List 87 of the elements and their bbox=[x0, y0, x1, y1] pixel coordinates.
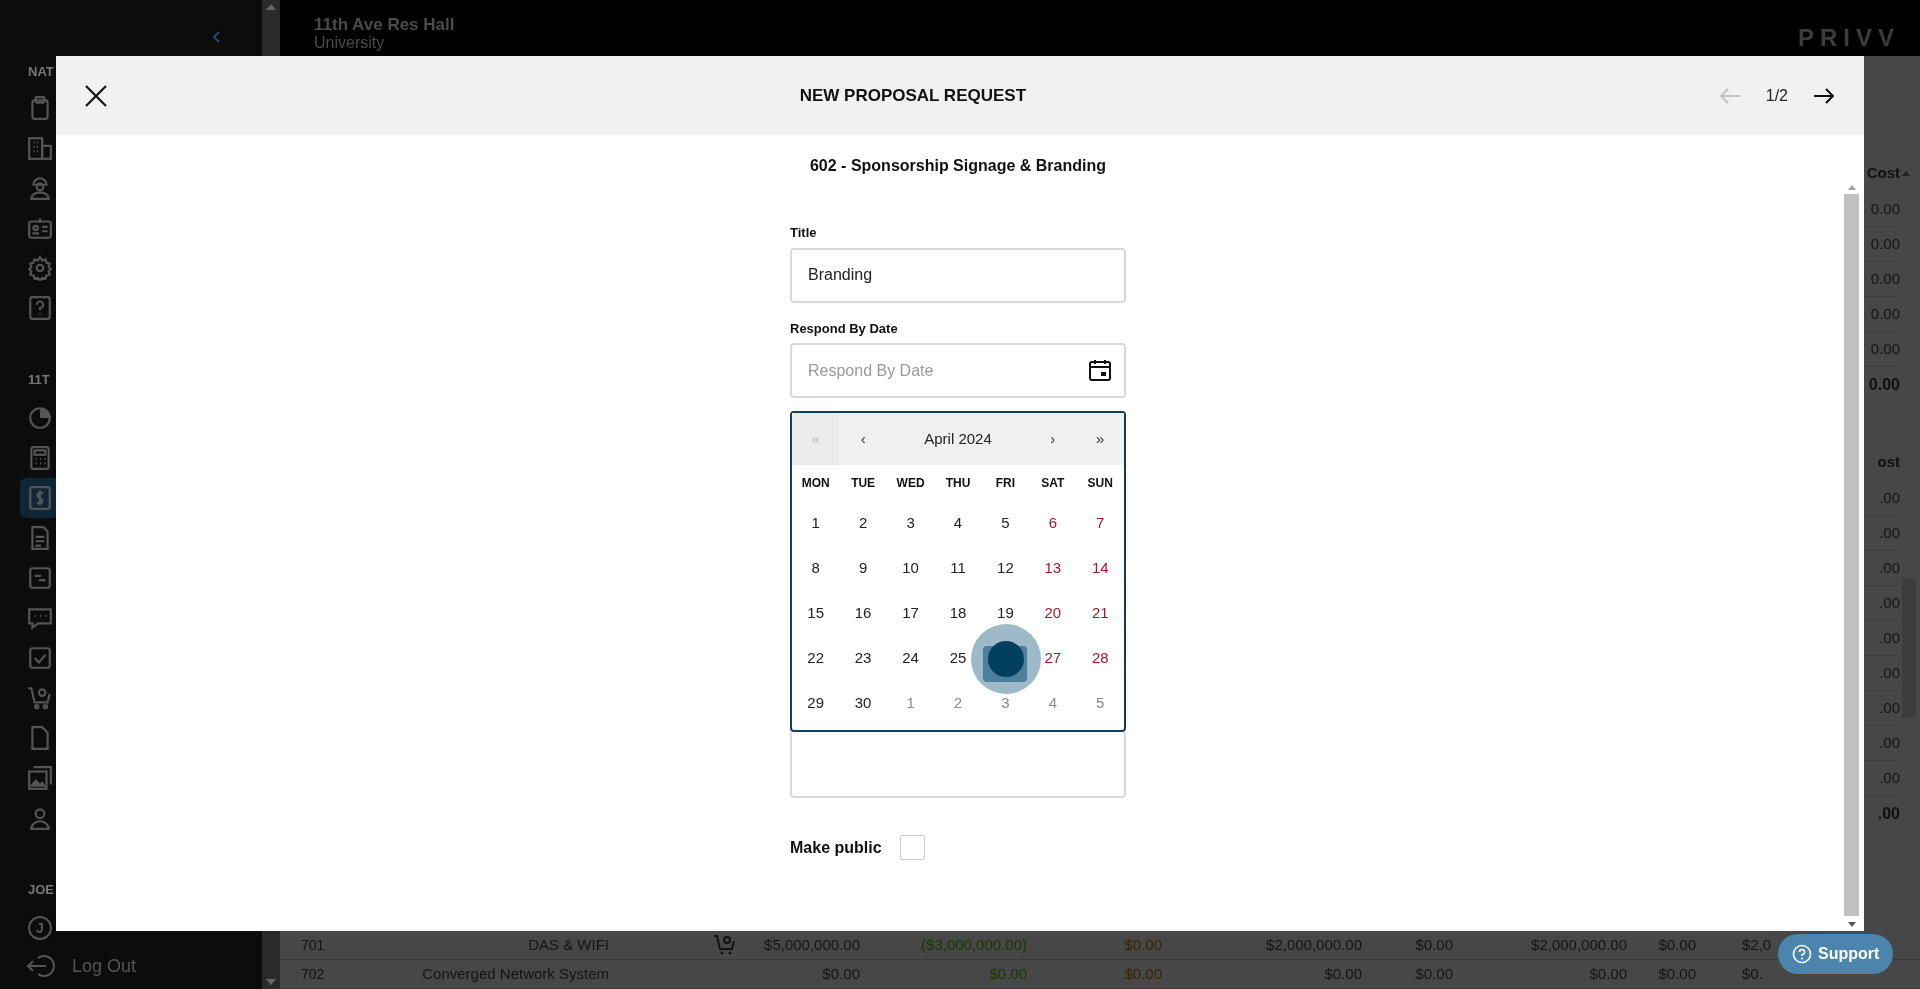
calendar-day[interactable]: 27 bbox=[1044, 647, 1062, 670]
section-label: JOE bbox=[28, 881, 55, 899]
calendar-day[interactable]: 14 bbox=[1091, 557, 1109, 580]
help-icon bbox=[1792, 944, 1812, 964]
calendar-day[interactable]: 20 bbox=[1044, 602, 1062, 625]
weekday-label: FRI bbox=[994, 475, 1017, 492]
calculator-icon[interactable] bbox=[27, 445, 53, 471]
list-icon[interactable] bbox=[27, 565, 53, 591]
calendar-day[interactable]: 5 bbox=[1096, 692, 1105, 715]
calendar-day[interactable]: 6 bbox=[1048, 512, 1057, 535]
calendar-day[interactable]: 22 bbox=[807, 647, 825, 670]
calendar-day[interactable]: 3 bbox=[906, 512, 915, 535]
calendar-day[interactable]: 1 bbox=[811, 512, 820, 535]
worker-icon[interactable] bbox=[27, 175, 53, 201]
calendar-day[interactable]: 7 bbox=[1096, 512, 1105, 535]
close-icon[interactable] bbox=[84, 83, 108, 108]
weekday-label: SUN bbox=[1086, 475, 1114, 492]
table-cell-text: $0.00 bbox=[1123, 963, 1162, 984]
project-subtitle: University bbox=[314, 34, 386, 52]
weekday-label: THU bbox=[944, 475, 972, 492]
calendar-day[interactable]: 16 bbox=[854, 602, 872, 625]
chevron-left-icon[interactable] bbox=[212, 30, 222, 44]
checkbox-label: Make public bbox=[790, 837, 882, 858]
cart-gear-icon[interactable] bbox=[713, 933, 737, 957]
project-title: 11th Ave Res Hall bbox=[314, 16, 455, 34]
page-counter: 1/2 bbox=[1765, 85, 1788, 106]
calendar-day[interactable]: 19 bbox=[997, 602, 1014, 625]
support-button[interactable]: Support bbox=[1778, 934, 1894, 974]
calendar-icon[interactable] bbox=[1088, 358, 1112, 382]
next-month-button[interactable]: › bbox=[1029, 413, 1077, 465]
calendar-day[interactable]: 18 bbox=[949, 602, 967, 625]
help-icon[interactable] bbox=[27, 295, 53, 321]
scroll-down-icon[interactable] bbox=[1847, 922, 1856, 927]
calendar-day[interactable]: 4 bbox=[953, 512, 963, 535]
calendar-day[interactable]: 30 bbox=[854, 692, 872, 715]
last-month-button[interactable]: » bbox=[1076, 413, 1124, 465]
building-icon[interactable] bbox=[27, 135, 53, 161]
table-cell-text: $0.00 bbox=[1123, 934, 1162, 955]
weekday-label: WED bbox=[895, 475, 926, 492]
calendar-day[interactable]: 8 bbox=[811, 557, 820, 580]
scrollbar-thumb[interactable] bbox=[1844, 194, 1859, 916]
calendar-day[interactable]: 12 bbox=[997, 557, 1014, 580]
calendar-day[interactable]: 9 bbox=[858, 557, 868, 580]
calendar-day[interactable]: 3 bbox=[1001, 692, 1010, 715]
field-label: Respond By Date bbox=[790, 319, 899, 338]
calendar-day[interactable]: 17 bbox=[902, 602, 919, 625]
table-cell-text: $0.00 bbox=[988, 963, 1027, 984]
table-cell-text: ($3,000,000.00) bbox=[920, 934, 1027, 955]
textarea-field[interactable] bbox=[790, 732, 1126, 798]
calendar-day[interactable]: 15 bbox=[807, 602, 825, 625]
logo: PRIVV bbox=[1797, 23, 1900, 53]
weekday-label: SAT bbox=[1040, 475, 1066, 492]
sort-ascending-icon[interactable] bbox=[1902, 171, 1910, 176]
section-label: NAT bbox=[28, 63, 55, 81]
section-label: 11T bbox=[28, 371, 51, 389]
calendar-day[interactable]: 28 bbox=[1091, 647, 1109, 670]
weekday-label: MON bbox=[800, 475, 831, 492]
arrow-left-icon[interactable] bbox=[1717, 85, 1742, 106]
make-public-checkbox[interactable] bbox=[899, 835, 925, 860]
calendar-day[interactable]: 11 bbox=[950, 557, 966, 580]
month-title[interactable]: April 2024 bbox=[886, 413, 1030, 465]
calendar-day[interactable]: 10 bbox=[902, 557, 919, 580]
calendar-day[interactable]: 29 bbox=[807, 692, 825, 715]
calendar-day[interactable]: 21 bbox=[1091, 602, 1109, 625]
images-icon[interactable] bbox=[27, 765, 53, 791]
arrow-right-icon[interactable] bbox=[1812, 85, 1836, 106]
cart-gear-icon[interactable] bbox=[27, 685, 53, 711]
checkbox-icon[interactable] bbox=[27, 645, 53, 671]
weekday-label: TUE bbox=[850, 475, 877, 492]
chat-icon[interactable] bbox=[27, 605, 53, 631]
title-input[interactable]: Branding bbox=[790, 247, 1126, 303]
dialog-title: NEW PROPOSAL REQUEST bbox=[799, 85, 1027, 105]
section-heading: 602 - Sponsorship Signage & Branding bbox=[809, 156, 1106, 176]
calendar-day[interactable]: 24 bbox=[902, 647, 919, 670]
field-label: Title bbox=[790, 224, 818, 242]
date-input[interactable]: Respond By Date bbox=[790, 343, 1126, 398]
calendar-day[interactable]: 2 bbox=[858, 512, 868, 535]
user-icon[interactable] bbox=[27, 805, 53, 831]
gear-icon[interactable] bbox=[27, 255, 53, 281]
id-card-icon[interactable] bbox=[27, 215, 53, 241]
pie-chart-icon[interactable] bbox=[27, 405, 53, 431]
calendar-day[interactable]: 13 bbox=[1044, 557, 1062, 580]
calendar-day[interactable]: 23 bbox=[854, 647, 872, 670]
calendar-day[interactable]: 5 bbox=[1001, 512, 1010, 535]
calendar-day[interactable]: 25 bbox=[949, 647, 967, 670]
previous-month-button[interactable]: ‹ bbox=[839, 413, 887, 465]
calendar-day[interactable]: 2 bbox=[953, 692, 963, 715]
